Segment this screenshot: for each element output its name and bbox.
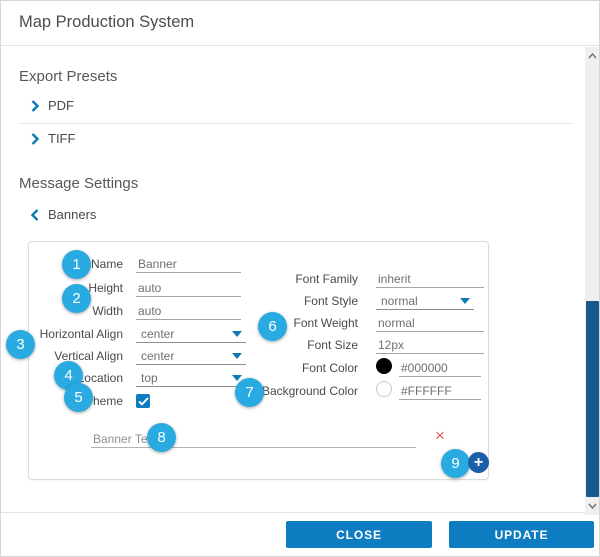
name-input[interactable]: Banner [136, 255, 241, 273]
font-family-label: Font Family [231, 270, 358, 288]
font-style-label: Font Style [231, 292, 358, 310]
background-color-field-row: Background Color #FFFFFF [231, 381, 481, 401]
update-button[interactable]: UPDATE [449, 521, 594, 548]
export-presets-heading: Export Presets [19, 68, 117, 85]
name-field-row: Name Banner [16, 255, 241, 273]
chevron-up-icon [588, 53, 597, 59]
font-color-input[interactable]: #000000 [399, 359, 481, 377]
banner-text-input[interactable]: Banner Text [91, 430, 416, 448]
close-button[interactable]: CLOSE [286, 521, 432, 548]
checkmark-icon [138, 397, 149, 406]
height-input[interactable]: auto [136, 279, 241, 297]
callout-1: 1 [62, 250, 91, 279]
pdf-expander-label: PDF [48, 98, 74, 113]
map-production-system-dialog: Map Production System Export Presets PDF… [0, 0, 600, 557]
font-weight-input[interactable]: normal [376, 314, 484, 332]
header-divider [1, 45, 600, 46]
font-color-swatch[interactable] [376, 358, 392, 374]
callout-2: 2 [62, 284, 91, 313]
banners-back-label: Banners [48, 207, 96, 222]
message-settings-heading: Message Settings [19, 175, 138, 192]
location-field-row: Location top [16, 369, 246, 387]
tiff-expander[interactable]: TIFF [31, 131, 75, 146]
callout-7: 7 [235, 378, 264, 407]
font-color-label: Font Color [231, 358, 358, 378]
tiff-expander-label: TIFF [48, 131, 75, 146]
font-weight-label: Font Weight [231, 314, 358, 332]
font-family-field-row: Font Family inherit [231, 270, 484, 288]
vertical-align-select[interactable]: center [136, 347, 246, 365]
horizontal-align-select[interactable]: center [136, 325, 246, 343]
dialog-title: Map Production System [19, 13, 194, 32]
background-color-swatch[interactable] [376, 381, 392, 397]
scroll-up-button[interactable] [585, 49, 600, 63]
add-banner-button[interactable]: + [468, 452, 489, 473]
background-color-input[interactable]: #FFFFFF [399, 382, 481, 400]
callout-8: 8 [147, 423, 176, 452]
dropdown-arrow-icon [460, 298, 470, 304]
location-select[interactable]: top [136, 369, 246, 387]
footer-divider [1, 512, 600, 513]
callout-5: 5 [64, 383, 93, 412]
font-style-field-row: Font Style normal [231, 292, 474, 310]
callout-6: 6 [258, 312, 287, 341]
chevron-left-icon [31, 209, 39, 221]
pdf-expander[interactable]: PDF [31, 98, 74, 113]
height-field-row: Height auto [16, 279, 241, 297]
font-style-select[interactable]: normal [376, 292, 474, 310]
scrollbar[interactable] [585, 47, 600, 515]
scroll-down-button[interactable] [585, 499, 600, 513]
remove-banner-button[interactable]: × [435, 428, 445, 444]
chevron-down-icon [588, 503, 597, 509]
chevron-right-icon [31, 100, 39, 112]
vertical-align-field-row: Vertical Align center [16, 347, 246, 365]
font-size-label: Font Size [231, 336, 358, 354]
pdf-divider [19, 123, 573, 124]
font-color-field-row: Font Color #000000 [231, 358, 481, 378]
width-input[interactable]: auto [136, 302, 241, 320]
scrollbar-thumb[interactable] [586, 301, 599, 497]
font-size-input[interactable]: 12px [376, 336, 484, 354]
callout-9: 9 [441, 449, 470, 478]
width-field-row: Width auto [16, 302, 241, 320]
font-family-input[interactable]: inherit [376, 270, 484, 288]
banners-back-link[interactable]: Banners [31, 207, 96, 222]
theme-checkbox[interactable] [136, 394, 150, 408]
callout-3: 3 [6, 330, 35, 359]
horizontal-align-field-row: Horizontal Align center [16, 325, 246, 343]
chevron-right-icon [31, 133, 39, 145]
